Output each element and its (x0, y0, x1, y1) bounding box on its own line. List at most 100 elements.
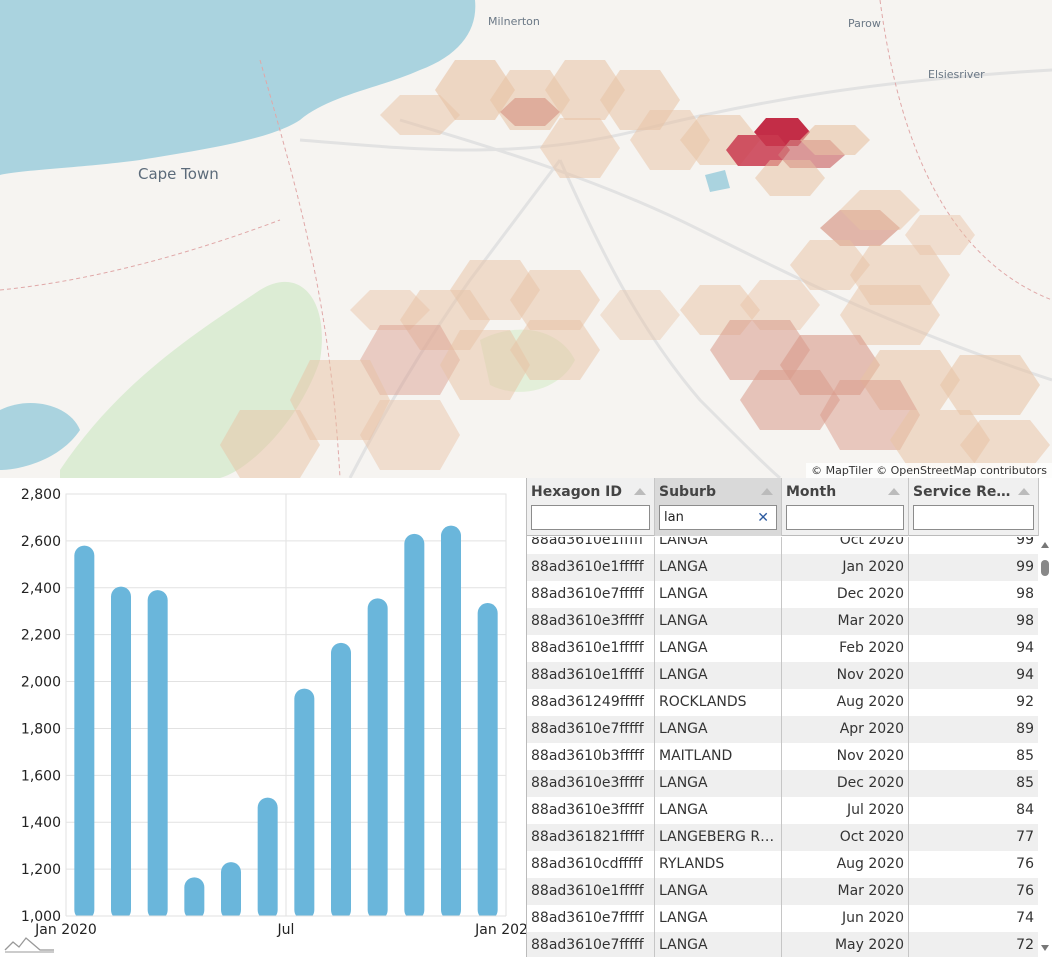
cell-month[interactable]: Aug 2020 (782, 851, 909, 878)
table-row[interactable]: 88ad3610e1fffff LANGA Jan 2020 99 (527, 554, 1039, 581)
cell-suburb[interactable]: RYLANDS (655, 851, 782, 878)
table-row[interactable]: 88ad361249fffff ROCKLANDS Aug 2020 92 (527, 689, 1039, 716)
bar-apr-2020[interactable] (184, 877, 205, 920)
column-title[interactable]: Service Requests (913, 484, 1014, 500)
bar-oct-2020[interactable] (404, 533, 425, 920)
cell-hexagon-id[interactable]: 88ad3610e7fffff (527, 932, 655, 957)
table-row[interactable]: 88ad3610e1fffff LANGA Nov 2020 94 (527, 662, 1039, 689)
cell-month[interactable]: Nov 2020 (782, 743, 909, 770)
cell-month[interactable]: Aug 2020 (782, 689, 909, 716)
table-row[interactable]: 88ad3610b3fffff MAITLAND Nov 2020 85 (527, 743, 1039, 770)
cell-service-requests[interactable]: 98 (909, 581, 1039, 608)
cell-service-requests[interactable]: 84 (909, 797, 1039, 824)
cell-suburb[interactable]: LANGA (655, 662, 782, 689)
cell-hexagon-id[interactable]: 88ad3610e1fffff (527, 662, 655, 689)
cell-month[interactable]: Feb 2020 (782, 635, 909, 662)
cell-suburb[interactable]: LANGA (655, 608, 782, 635)
cell-hexagon-id[interactable]: 88ad3610b3fffff (527, 743, 655, 770)
cell-service-requests[interactable]: 76 (909, 851, 1039, 878)
table-row[interactable]: 88ad3610e3fffff LANGA Mar 2020 98 (527, 608, 1039, 635)
bar-jan-2020[interactable] (74, 545, 95, 920)
cell-hexagon-id[interactable]: 88ad3610e7fffff (527, 905, 655, 932)
column-title[interactable]: Month (786, 484, 884, 500)
cell-service-requests[interactable]: 99 (909, 537, 1039, 554)
cell-hexagon-id[interactable]: 88ad3610e1fffff (527, 635, 655, 662)
table-row[interactable]: 88ad3610e1fffff LANGA Mar 2020 76 (527, 878, 1039, 905)
cell-service-requests[interactable]: 85 (909, 743, 1039, 770)
column-title[interactable]: Hexagon ID (531, 484, 630, 500)
table-row[interactable]: 88ad3610cdfffff RYLANDS Aug 2020 76 (527, 851, 1039, 878)
cell-service-requests[interactable]: 89 (909, 716, 1039, 743)
table-body[interactable]: 88ad3610e1fffff LANGA Oct 2020 99 88ad3610e1… (527, 537, 1039, 957)
sort-arrow-icon[interactable] (888, 488, 900, 495)
table-scrollbar[interactable] (1038, 537, 1052, 957)
cell-month[interactable]: Mar 2020 (782, 878, 909, 905)
cell-hexagon-id[interactable]: 88ad361249fffff (527, 689, 655, 716)
cell-suburb[interactable]: LANGA (655, 797, 782, 824)
cell-hexagon-id[interactable]: 88ad3610e3fffff (527, 797, 655, 824)
cell-hexagon-id[interactable]: 88ad3610e1fffff (527, 878, 655, 905)
cell-hexagon-id[interactable]: 88ad3610e1fffff (527, 537, 655, 554)
table-row[interactable]: 88ad3610e7fffff LANGA Jun 2020 74 (527, 905, 1039, 932)
cell-hexagon-id[interactable]: 88ad3610e7fffff (527, 581, 655, 608)
cell-suburb[interactable]: ROCKLANDS (655, 689, 782, 716)
sort-arrow-icon[interactable] (1018, 488, 1030, 495)
cell-month[interactable]: Dec 2020 (782, 581, 909, 608)
cell-month[interactable]: Dec 2020 (782, 770, 909, 797)
bar-aug-2020[interactable] (331, 642, 351, 920)
sort-arrow-icon[interactable] (761, 488, 773, 495)
bar-mar-2020[interactable] (147, 590, 168, 920)
hexagon-id-filter-input[interactable] (531, 505, 650, 530)
table-row[interactable]: 88ad3610e1fffff LANGA Feb 2020 94 (527, 635, 1039, 662)
cell-suburb[interactable]: LANGA (655, 537, 782, 554)
cell-suburb[interactable]: LANGA (655, 635, 782, 662)
scroll-up-arrow-icon[interactable] (1041, 542, 1049, 548)
table-row[interactable]: 88ad3610e7fffff LANGA Dec 2020 98 (527, 581, 1039, 608)
cell-suburb[interactable]: LANGA (655, 581, 782, 608)
cell-service-requests[interactable]: 72 (909, 932, 1039, 957)
table-row[interactable]: 88ad3610e3fffff LANGA Dec 2020 85 (527, 770, 1039, 797)
table-row[interactable]: 88ad3610e7fffff LANGA May 2020 72 (527, 932, 1039, 957)
cell-service-requests[interactable]: 77 (909, 824, 1039, 851)
bar-jun-2020[interactable] (257, 797, 278, 920)
cell-service-requests[interactable]: 76 (909, 878, 1039, 905)
table-row[interactable]: 88ad3610e1fffff LANGA Oct 2020 99 (527, 537, 1039, 554)
bar-nov-2020[interactable] (441, 525, 461, 920)
cell-month[interactable]: Oct 2020 (782, 824, 909, 851)
column-header-month[interactable]: Month (782, 478, 909, 536)
table-row[interactable]: 88ad361821fffff LANGEBERG RIDGE Oct 2020 77 (527, 824, 1039, 851)
map-attribution[interactable]: © MapTiler © OpenStreetMap contributors (806, 463, 1052, 478)
table-row[interactable]: 88ad3610e3fffff LANGA Jul 2020 84 (527, 797, 1039, 824)
hexagon-map[interactable]: Milnerton Parow Elsiesriver Cape Town © … (0, 0, 1052, 478)
cell-service-requests[interactable]: 74 (909, 905, 1039, 932)
bar-may-2020[interactable] (221, 862, 241, 920)
cell-service-requests[interactable]: 85 (909, 770, 1039, 797)
bar-sep-2020[interactable] (367, 598, 388, 920)
cell-service-requests[interactable]: 92 (909, 689, 1039, 716)
cell-suburb[interactable]: LANGEBERG RIDGE (655, 824, 782, 851)
month-filter-input[interactable] (786, 505, 904, 530)
cell-hexagon-id[interactable]: 88ad3610e3fffff (527, 608, 655, 635)
cell-month[interactable]: May 2020 (782, 932, 909, 957)
cell-month[interactable]: Jun 2020 (782, 905, 909, 932)
cell-month[interactable]: Jan 2020 (782, 554, 909, 581)
scroll-thumb[interactable] (1041, 560, 1049, 576)
column-header-suburb[interactable]: Suburb ✕ (655, 478, 782, 536)
cell-suburb[interactable]: LANGA (655, 554, 782, 581)
cell-hexagon-id[interactable]: 88ad361821fffff (527, 824, 655, 851)
cell-suburb[interactable]: LANGA (655, 716, 782, 743)
column-header-hexagon-id[interactable]: Hexagon ID (527, 478, 655, 536)
cell-month[interactable]: Apr 2020 (782, 716, 909, 743)
scroll-down-arrow-icon[interactable] (1041, 945, 1049, 951)
cell-month[interactable]: Oct 2020 (782, 537, 909, 554)
service-requests-table[interactable]: Hexagon ID Suburb ✕ Month Service Reques… (526, 478, 1052, 957)
column-header-service-requests[interactable]: Service Requests (909, 478, 1039, 536)
cell-month[interactable]: Jul 2020 (782, 797, 909, 824)
map-canvas[interactable] (0, 0, 1052, 478)
cell-service-requests[interactable]: 99 (909, 554, 1039, 581)
chart-logo-icon[interactable] (4, 937, 54, 953)
bar-jul-2020[interactable] (294, 688, 315, 920)
cell-hexagon-id[interactable]: 88ad3610cdfffff (527, 851, 655, 878)
cell-service-requests[interactable]: 94 (909, 635, 1039, 662)
sort-arrow-icon[interactable] (634, 488, 646, 495)
